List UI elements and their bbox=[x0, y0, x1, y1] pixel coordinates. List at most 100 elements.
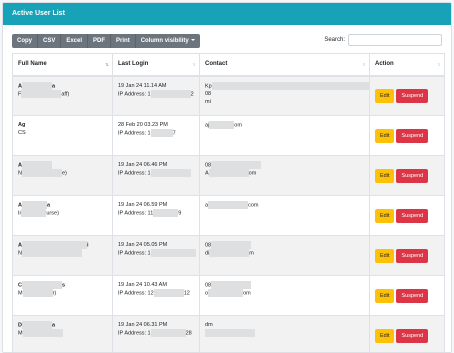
login-time: 28 Feb 20 03.23 PM bbox=[118, 122, 168, 128]
redacted-block bbox=[22, 289, 53, 298]
login-time: 19 Jan 24 10.43 AM bbox=[118, 282, 167, 288]
ip-address: IP Address: 1 bbox=[118, 90, 151, 97]
ip-address-end: 7 bbox=[172, 130, 176, 137]
search-box: Search: bbox=[324, 34, 442, 46]
edit-button[interactable]: Edit bbox=[375, 288, 395, 303]
user-name: Ag bbox=[18, 122, 26, 128]
table-row: Ag CS 28 Feb 20 03.23 PM IP Address: 1 7 aj om… bbox=[12, 115, 445, 156]
search-input[interactable] bbox=[348, 34, 442, 46]
suspend-button[interactable]: Suspend bbox=[396, 128, 429, 143]
cell-contact: 08 Aom bbox=[199, 155, 370, 196]
suspend-button[interactable]: Suspend bbox=[396, 328, 429, 343]
ip-address: IP Address: 12 bbox=[118, 290, 154, 297]
sort-asc-icon: ↑↓ bbox=[105, 62, 109, 68]
print-button[interactable]: Print bbox=[111, 34, 136, 48]
column-header-contact[interactable]: Contact ↑↓ bbox=[199, 53, 370, 77]
contact-line-3-end: om bbox=[243, 290, 251, 297]
redacted-block bbox=[209, 121, 235, 129]
suspend-button[interactable]: Suspend bbox=[396, 88, 429, 103]
cell-full-name: Cs Mr) bbox=[12, 275, 113, 316]
redacted-block bbox=[150, 249, 196, 257]
redacted-block bbox=[21, 241, 87, 249]
cell-contact: dm bbox=[199, 315, 370, 352]
redacted-block bbox=[150, 129, 173, 137]
excel-button[interactable]: Excel bbox=[61, 34, 89, 48]
search-label: Search: bbox=[324, 37, 345, 43]
table-row: Aa Ir urse) 19 Jan 24 06.59 PM IP Address: 1… bbox=[12, 195, 445, 236]
suspend-button[interactable]: Suspend bbox=[396, 168, 429, 183]
ip-address-end: 12 bbox=[183, 290, 190, 297]
user-name-end: i bbox=[86, 242, 89, 249]
csv-button[interactable]: CSV bbox=[38, 34, 62, 48]
sort-icon: ↑↓ bbox=[362, 62, 366, 68]
cell-action: Edit Suspend bbox=[369, 315, 445, 352]
user-role: CS bbox=[18, 130, 26, 136]
cell-last-login: 19 Jan 24 10.43 AM IP Address: 12 12 bbox=[112, 275, 200, 316]
edit-button[interactable]: Edit bbox=[375, 88, 395, 103]
column-header-full-name[interactable]: Full Name ↑↓ bbox=[12, 53, 113, 77]
redacted-block bbox=[153, 209, 179, 217]
user-name-end: a bbox=[51, 82, 56, 89]
edit-button[interactable]: Edit bbox=[375, 128, 395, 143]
edit-button[interactable]: Edit bbox=[375, 168, 395, 183]
redacted-block bbox=[211, 281, 252, 289]
column-visibility-button[interactable]: Column visibility bbox=[135, 34, 200, 48]
redacted-block bbox=[211, 241, 252, 249]
column-header-action[interactable]: Action ↑↓ bbox=[369, 53, 445, 77]
contact-line-2-end: m bbox=[208, 322, 213, 328]
ip-address: IP Address: 1 bbox=[118, 330, 151, 337]
suspend-button[interactable]: Suspend bbox=[396, 288, 429, 303]
ip-address-end: 2 bbox=[190, 90, 194, 97]
edit-button[interactable]: Edit bbox=[375, 248, 395, 263]
suspend-button[interactable]: Suspend bbox=[396, 248, 429, 263]
user-role-end: aff) bbox=[61, 91, 70, 98]
login-time: 19 Jan 24 06.31 PM bbox=[118, 322, 168, 328]
redacted-block bbox=[22, 329, 63, 338]
table-row: Ai N 19 Jan 24 05.05 PM IP Address: 1 08 di m E… bbox=[12, 235, 445, 276]
redacted-block bbox=[211, 81, 369, 90]
cell-action: Edit Suspend bbox=[369, 115, 445, 156]
table-row: A Ne) 19 Jan 24 06.46 PM IP Address: 1 08 Aom… bbox=[12, 155, 445, 196]
redacted-block bbox=[208, 201, 249, 209]
redacted-block bbox=[205, 329, 255, 337]
redacted-block bbox=[150, 329, 186, 337]
contact-line-3: mi bbox=[205, 98, 211, 105]
cell-full-name: AiN bbox=[12, 235, 113, 276]
cell-full-name: DaM bbox=[12, 315, 113, 352]
user-name-end: a bbox=[46, 202, 51, 209]
user-list-card: Active User List Copy CSV Excel PDF Prin… bbox=[2, 2, 452, 353]
redacted-block bbox=[21, 169, 62, 178]
cell-contact: 08 di m bbox=[199, 235, 370, 276]
copy-button[interactable]: Copy bbox=[12, 34, 38, 48]
cell-action: Edit Suspend bbox=[369, 195, 445, 236]
pdf-button[interactable]: PDF bbox=[88, 34, 112, 48]
cell-contact: Kpr08mi bbox=[199, 75, 370, 116]
redacted-block bbox=[150, 89, 191, 98]
edit-button[interactable]: Edit bbox=[375, 208, 395, 223]
caret-down-icon bbox=[190, 39, 195, 41]
cell-last-login: 19 Jan 24 06.59 PM IP Address: 11 9 bbox=[112, 195, 200, 236]
login-time: 19 Jan 24 06.59 PM bbox=[118, 202, 168, 208]
cell-last-login: 19 Jan 24 11.14 AM IP Address: 1 2 bbox=[112, 75, 200, 116]
ip-address: IP Address: 1 bbox=[118, 250, 151, 257]
sort-icon: ↑↓ bbox=[437, 62, 441, 68]
column-header-label: Contact bbox=[205, 61, 228, 68]
redacted-block bbox=[21, 249, 82, 258]
column-header-label: Last Login bbox=[118, 61, 149, 68]
cell-action: Edit Suspend bbox=[369, 275, 445, 316]
redacted-block bbox=[153, 289, 184, 297]
table-row: Da M 19 Jan 24 06.31 PM IP Address: 1 28 dm Ed… bbox=[12, 315, 445, 352]
cell-full-name: A Ne) bbox=[12, 155, 113, 196]
redacted-block bbox=[21, 201, 47, 209]
user-role-end: urse) bbox=[46, 210, 59, 217]
contact-line-3-end: om bbox=[248, 170, 257, 177]
edit-button[interactable]: Edit bbox=[375, 328, 395, 343]
suspend-button[interactable]: Suspend bbox=[396, 208, 429, 223]
ip-address-end: 28 bbox=[185, 330, 192, 337]
redacted-block bbox=[21, 321, 52, 329]
column-header-last-login[interactable]: Last Login ↑↓ bbox=[112, 53, 200, 77]
user-name-end: a bbox=[51, 322, 56, 329]
cell-full-name: Aa Ir urse) bbox=[12, 195, 113, 236]
contact-line-2-end: com bbox=[248, 202, 259, 209]
redacted-block bbox=[211, 161, 262, 169]
